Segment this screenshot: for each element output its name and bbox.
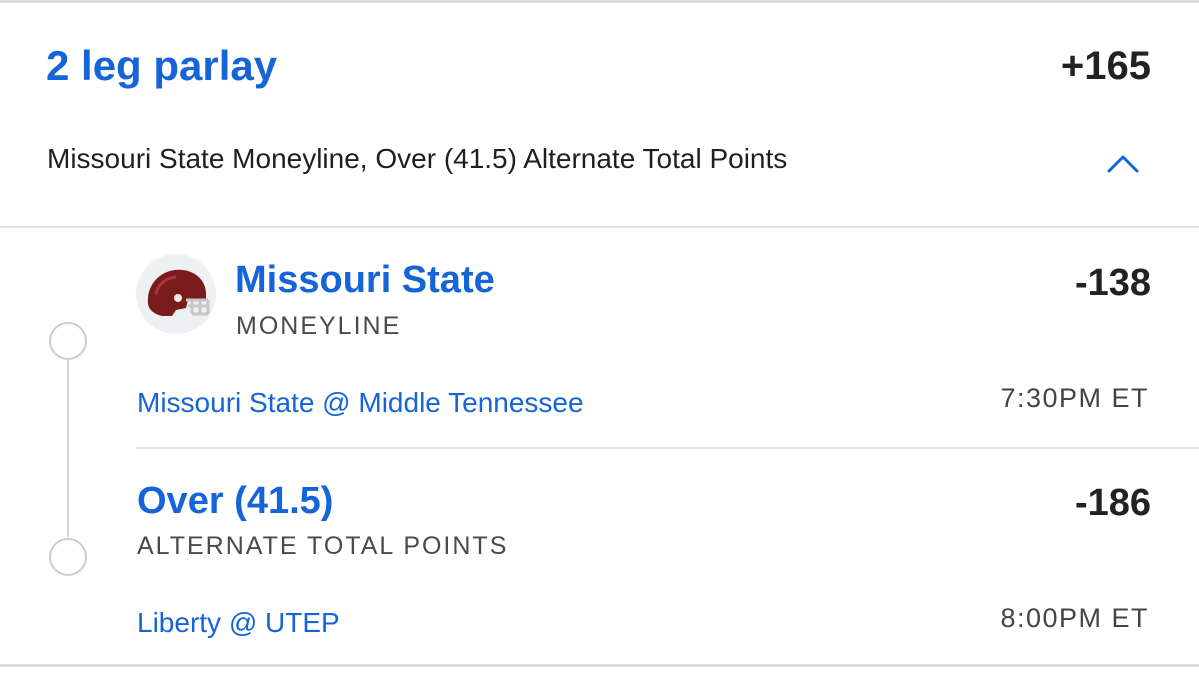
leg-1-timeline-node bbox=[49, 322, 87, 360]
parlay-odds: +165 bbox=[1060, 44, 1151, 88]
collapse-button[interactable] bbox=[1100, 142, 1146, 182]
parlay-summary: Missouri State Moneyline, Over (41.5) Al… bbox=[47, 143, 788, 174]
leg-1-market: MONEYLINE bbox=[236, 312, 402, 340]
football-helmet-icon bbox=[147, 269, 210, 316]
leg-2-market: ALTERNATE TOTAL POINTS bbox=[137, 532, 509, 560]
leg-2-game-time: 8:00PM ET bbox=[1000, 603, 1149, 633]
leg-1-matchup-link[interactable]: Missouri State @ Middle Tennessee bbox=[137, 387, 584, 419]
bottom-divider bbox=[0, 664, 1199, 667]
leg-2-odds: -186 bbox=[1074, 482, 1151, 524]
leg-1-odds: -138 bbox=[1074, 262, 1151, 304]
chevron-up-icon bbox=[1107, 155, 1139, 173]
section-divider bbox=[0, 226, 1199, 228]
leg-2-timeline-node bbox=[49, 538, 87, 576]
leg-timeline-line bbox=[67, 360, 69, 537]
top-divider bbox=[0, 0, 1199, 3]
parlay-title: 2 leg parlay bbox=[46, 42, 278, 89]
leg-1-selection[interactable]: Missouri State bbox=[235, 259, 495, 302]
leg-1-game-time: 7:30PM ET bbox=[1000, 383, 1149, 413]
parlay-card: 2 leg parlay +165 Missouri State Moneyli… bbox=[0, 0, 1199, 677]
leg-2-selection[interactable]: Over (41.5) bbox=[137, 480, 333, 523]
team-logo bbox=[136, 254, 216, 334]
leg-2-matchup-link[interactable]: Liberty @ UTEP bbox=[137, 607, 340, 639]
leg-divider bbox=[136, 447, 1199, 449]
